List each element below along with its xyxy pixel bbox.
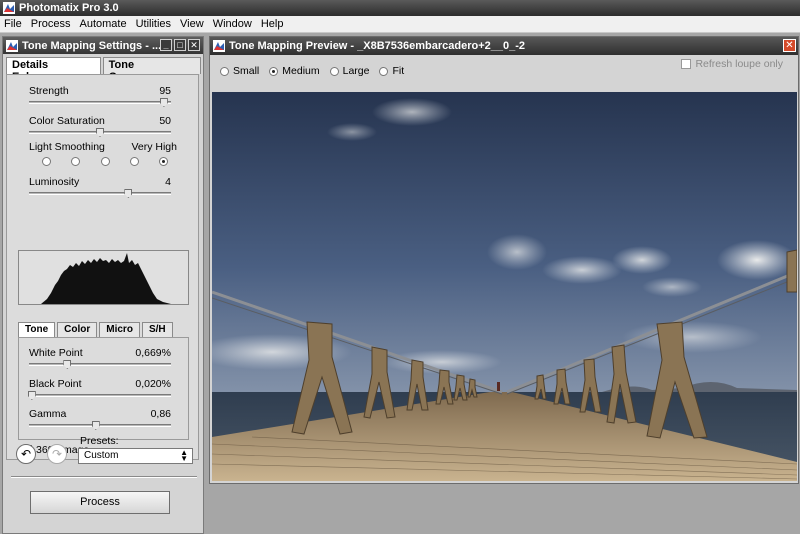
undo-icon: ↶ <box>20 447 32 461</box>
color-saturation-slider-thumb[interactable] <box>96 128 104 137</box>
light-smoothing-control: Light Smoothing Very High <box>29 141 177 166</box>
color-saturation-value: 50 <box>159 115 171 127</box>
luminosity-slider-thumb[interactable] <box>124 189 133 198</box>
menu-view[interactable]: View <box>180 18 204 30</box>
luminosity-value: 4 <box>165 176 171 188</box>
menu-automate[interactable]: Automate <box>79 18 126 30</box>
black-point-value: 0,020% <box>135 378 171 390</box>
select-arrows-icon: ▲ ▼ <box>180 448 188 463</box>
refresh-loupe-option: Refresh loupe only <box>681 58 783 70</box>
light-smoothing-max-label: Very High <box>131 141 177 153</box>
zoom-options: Small Medium Large Fit <box>220 65 414 77</box>
zoom-medium-label: Medium <box>282 65 320 77</box>
zoom-option-fit[interactable]: Fit <box>379 65 404 77</box>
strength-label: Strength <box>29 85 69 97</box>
menu-process[interactable]: Process <box>31 18 71 30</box>
tone-mapping-settings-panel: Tone Mapping Settings - ... _ □ ✕ Detail… <box>2 36 204 534</box>
presets-select[interactable]: Custom ▲ ▼ <box>78 448 193 464</box>
white-point-control: White Point 0,669% <box>29 347 171 369</box>
menu-help[interactable]: Help <box>261 18 284 30</box>
strength-slider-thumb[interactable] <box>159 98 168 107</box>
menu-bar: File Process Automate Utilities View Win… <box>0 16 800 33</box>
close-icon[interactable]: ✕ <box>783 39 796 52</box>
minimize-icon[interactable]: _ <box>160 39 172 51</box>
color-saturation-label: Color Saturation <box>29 115 105 127</box>
subtab-micro[interactable]: Micro <box>99 322 140 337</box>
color-saturation-slider[interactable] <box>29 128 171 137</box>
gamma-control: Gamma 0,86 <box>29 408 171 430</box>
tone-mapping-preview-window: Tone Mapping Preview - _X8B7536embarcade… <box>209 36 799 484</box>
preview-title-bar[interactable]: Tone Mapping Preview - _X8B7536embarcade… <box>210 37 798 55</box>
menu-file[interactable]: File <box>4 18 22 30</box>
process-button[interactable]: Process <box>30 491 170 514</box>
light-smoothing-radio-1[interactable] <box>42 157 51 166</box>
gamma-label: Gamma <box>29 408 67 420</box>
zoom-option-medium[interactable]: Medium <box>269 65 320 77</box>
preview-title: Tone Mapping Preview - _X8B7536embarcade… <box>229 40 526 52</box>
zoom-fit-label: Fit <box>392 65 405 77</box>
redo-button[interactable]: ↷ <box>47 444 67 464</box>
black-point-slider[interactable] <box>27 391 171 400</box>
subtab-tone[interactable]: Tone <box>18 322 56 338</box>
black-point-label: Black Point <box>29 378 82 390</box>
zoom-small-radio[interactable] <box>220 66 229 76</box>
zoom-option-small[interactable]: Small <box>220 65 259 77</box>
app-title-bar: Photomatix Pro 3.0 <box>0 0 800 16</box>
menu-window[interactable]: Window <box>213 18 252 30</box>
details-enhancer-body: Strength 95 Color Saturation 50 Light Smoo… <box>6 74 199 460</box>
app-title: Photomatix Pro 3.0 <box>19 2 119 14</box>
refresh-loupe-label: Refresh loupe only <box>695 58 783 70</box>
undo-button[interactable]: ↶ <box>16 444 36 464</box>
panel-divider <box>11 476 197 478</box>
subtab-color[interactable]: Color <box>57 322 98 337</box>
photomatix-logo-icon <box>3 2 15 14</box>
strength-value: 95 <box>159 85 171 97</box>
strength-slider[interactable] <box>29 98 171 107</box>
gamma-slider[interactable] <box>29 421 171 430</box>
zoom-option-large[interactable]: Large <box>329 65 370 77</box>
white-point-slider[interactable] <box>29 360 171 369</box>
light-smoothing-label: Light Smoothing <box>29 141 105 153</box>
white-point-value: 0,669% <box>135 347 171 359</box>
presets-label: Presets: <box>80 435 119 447</box>
preview-image[interactable] <box>212 92 797 481</box>
presets-selected-value: Custom <box>84 450 119 461</box>
photomatix-logo-icon <box>213 40 225 52</box>
strength-control: Strength 95 <box>29 85 171 107</box>
settings-panel-title-bar[interactable]: Tone Mapping Settings - ... _ □ ✕ <box>3 37 203 54</box>
menu-utilities[interactable]: Utilities <box>136 18 171 30</box>
color-saturation-control: Color Saturation 50 <box>29 115 171 137</box>
zoom-large-label: Large <box>342 65 370 77</box>
refresh-loupe-checkbox[interactable] <box>681 59 692 69</box>
maximize-icon[interactable]: □ <box>174 39 186 51</box>
white-point-label: White Point <box>29 347 83 359</box>
gamma-value: 0,86 <box>150 408 171 420</box>
histogram-graph <box>41 253 171 304</box>
light-smoothing-radio-4[interactable] <box>129 157 139 166</box>
light-smoothing-radio-5[interactable] <box>159 157 168 166</box>
tab-details-enhancer[interactable]: Details Enhancer <box>6 57 101 83</box>
redo-icon: ↷ <box>51 447 63 461</box>
zoom-fit-radio[interactable] <box>379 66 389 76</box>
close-icon[interactable]: ✕ <box>188 39 200 51</box>
luminosity-label: Luminosity <box>29 176 80 188</box>
settings-panel-title: Tone Mapping Settings - ... <box>22 39 162 52</box>
tab-tone-compressor[interactable]: Tone Compressor <box>102 57 201 83</box>
luminosity-control: Luminosity 4 <box>29 176 171 198</box>
light-smoothing-radio-3[interactable] <box>100 157 110 166</box>
black-point-control: Black Point 0,020% <box>27 378 171 400</box>
light-smoothing-radio-2[interactable] <box>71 157 81 166</box>
zoom-small-label: Small <box>233 65 260 77</box>
photomatix-logo-icon <box>6 39 18 52</box>
histogram <box>18 250 189 305</box>
pier-photo <box>212 92 797 481</box>
luminosity-slider[interactable] <box>29 189 171 198</box>
subtab-sh[interactable]: S/H <box>141 322 173 337</box>
zoom-large-radio[interactable] <box>329 66 339 76</box>
zoom-medium-radio[interactable] <box>269 66 279 76</box>
